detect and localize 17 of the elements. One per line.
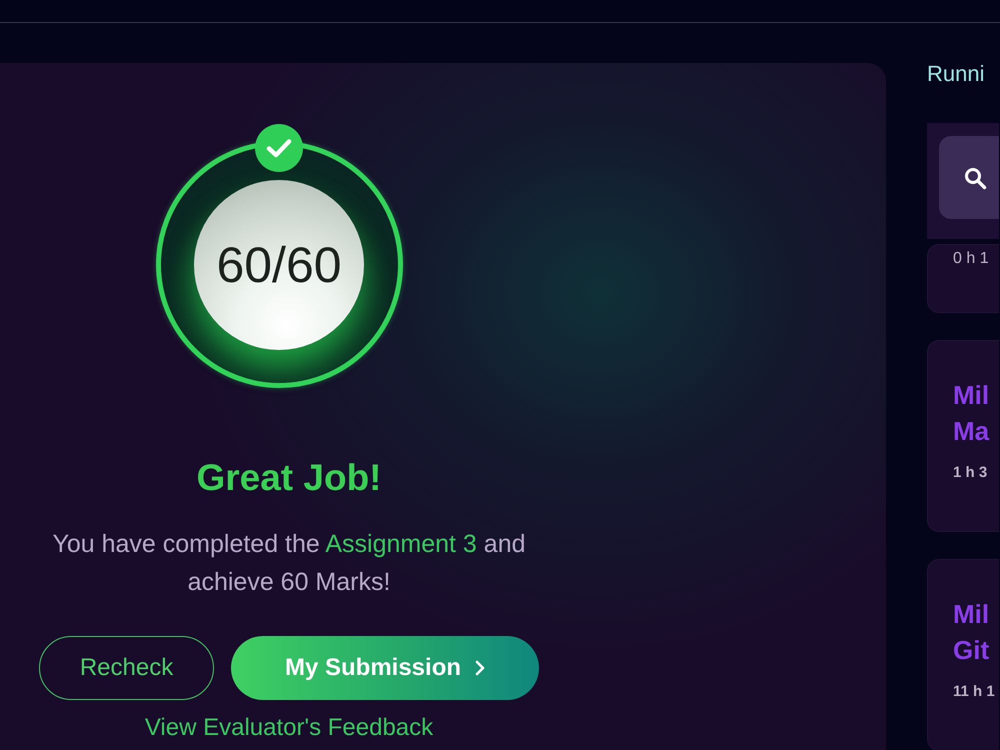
result-heading: Great Job! — [196, 456, 382, 500]
card-duration: 11 h 1 — [953, 682, 996, 702]
section-heading: Runni — [927, 62, 986, 86]
task-card[interactable]: Mil Ma 1 h 3 — [927, 340, 999, 532]
task-card[interactable]: Mil Git 11 h 1 — [927, 558, 999, 750]
task-card[interactable]: 0 h 1 — [927, 244, 999, 313]
feedback-link[interactable]: View Evaluator's Feedback — [144, 714, 434, 742]
card-duration: 1 h 3 — [953, 462, 988, 483]
score-value: 60/60 — [216, 240, 342, 290]
result-message: You have completed the Assignment 3 and achieve 60 Marks! — [51, 529, 527, 598]
card-title: Mil Ma — [953, 378, 990, 448]
recheck-button[interactable]: Recheck — [39, 636, 214, 700]
search-field[interactable] — [939, 136, 999, 219]
card-duration: 0 h 1 — [953, 249, 990, 270]
card-title: Mil Git — [953, 598, 990, 667]
chevron-right-icon — [475, 660, 486, 676]
search-icon — [963, 166, 987, 190]
